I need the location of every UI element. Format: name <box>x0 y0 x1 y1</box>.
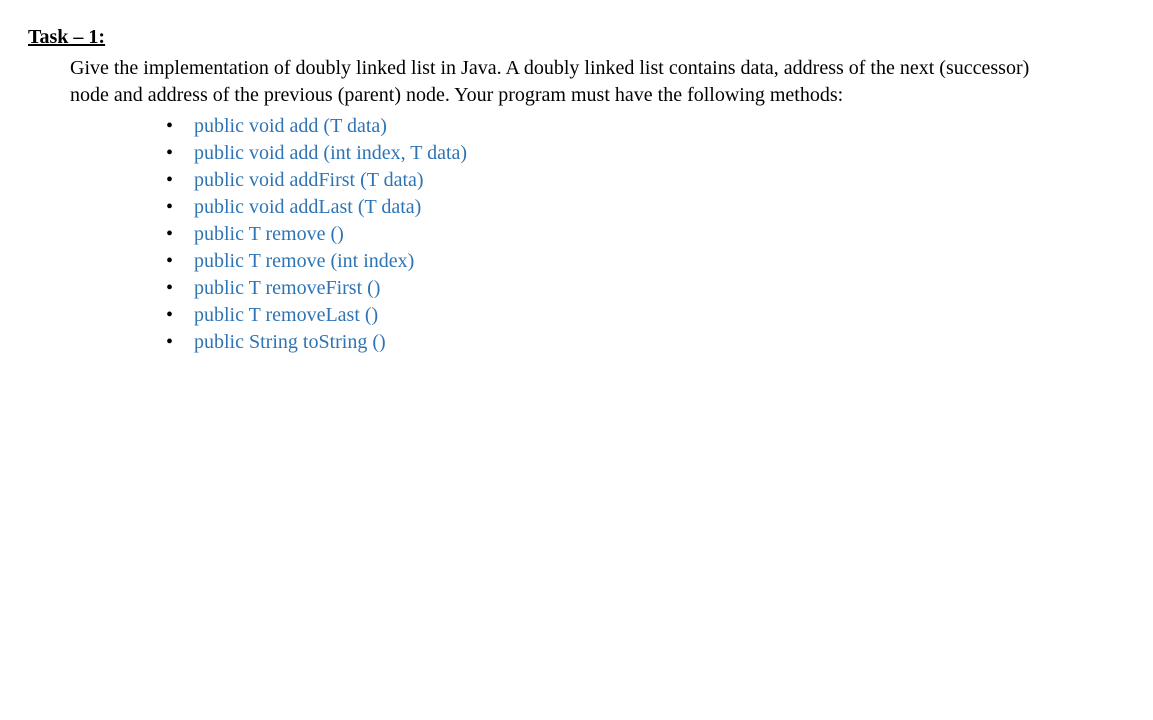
bullet-icon: • <box>166 167 173 194</box>
method-signature: public T removeFirst () <box>194 277 380 299</box>
method-signature: public void addLast (T data) <box>194 196 421 218</box>
bullet-icon: • <box>166 275 173 302</box>
method-item: • public void addFirst (T data) <box>166 167 1030 194</box>
method-signature: public void add (T data) <box>194 115 387 137</box>
method-item: • public T removeFirst () <box>166 275 1030 302</box>
bullet-icon: • <box>166 248 173 275</box>
bullet-icon: • <box>166 221 173 248</box>
bullet-icon: • <box>166 302 173 329</box>
task-description: Give the implementation of doubly linked… <box>70 57 1029 106</box>
bullet-icon: • <box>166 194 173 221</box>
method-list: • public void add (T data) • public void… <box>166 113 1030 356</box>
method-signature: public T remove (int index) <box>194 250 414 272</box>
method-item: • public void addLast (T data) <box>166 194 1030 221</box>
method-item: • public T remove () <box>166 221 1030 248</box>
method-signature: public T remove () <box>194 223 344 245</box>
method-item: • public String toString () <box>166 329 1030 356</box>
task-title: Task – 1: <box>28 24 1125 51</box>
method-signature: public void add (int index, T data) <box>194 142 467 164</box>
method-signature: public T removeLast () <box>194 304 378 326</box>
method-signature: public String toString () <box>194 331 386 353</box>
task-body: Give the implementation of doubly linked… <box>70 55 1030 356</box>
method-signature: public void addFirst (T data) <box>194 169 424 191</box>
bullet-icon: • <box>166 140 173 167</box>
bullet-icon: • <box>166 113 173 140</box>
bullet-icon: • <box>166 329 173 356</box>
method-item: • public T remove (int index) <box>166 248 1030 275</box>
method-item: • public void add (int index, T data) <box>166 140 1030 167</box>
method-item: • public void add (T data) <box>166 113 1030 140</box>
method-item: • public T removeLast () <box>166 302 1030 329</box>
